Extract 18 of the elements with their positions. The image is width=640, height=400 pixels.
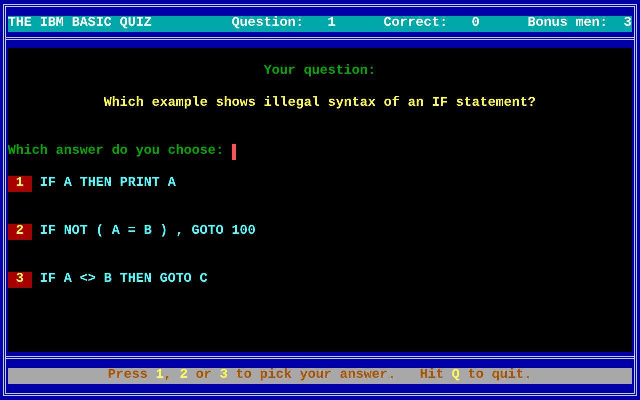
answer-option: IF A THEN PRINT A xyxy=(40,176,176,192)
stat-value: 1 xyxy=(328,16,337,32)
answer-prompt: Which answer do you choose: xyxy=(8,144,224,160)
answer-option: IF A <> B THEN GOTO C xyxy=(40,272,208,288)
status-hint: Press 1, 2 or 3 to pick your answer. Hit Q to quit. xyxy=(108,368,532,383)
answer-key: 3 xyxy=(8,272,32,288)
answer-key: 2 xyxy=(8,224,32,240)
stat-label: Question: xyxy=(232,16,305,32)
stat-value: 0 xyxy=(472,16,481,32)
stat-label: Bonus men: xyxy=(528,16,609,32)
question-heading: Your question: xyxy=(264,64,376,79)
text-cursor xyxy=(232,144,236,160)
stat-value: 3 xyxy=(624,16,632,32)
stat-label: Correct: xyxy=(384,16,449,32)
answer-option: IF NOT ( A = B ) , GOTO 100 xyxy=(40,224,256,240)
question-text: Which example shows illegal syntax of an IF statement? xyxy=(104,96,536,111)
answer-key: 1 xyxy=(8,176,32,192)
app-title: THE IBM BASIC QUIZ xyxy=(8,16,153,32)
